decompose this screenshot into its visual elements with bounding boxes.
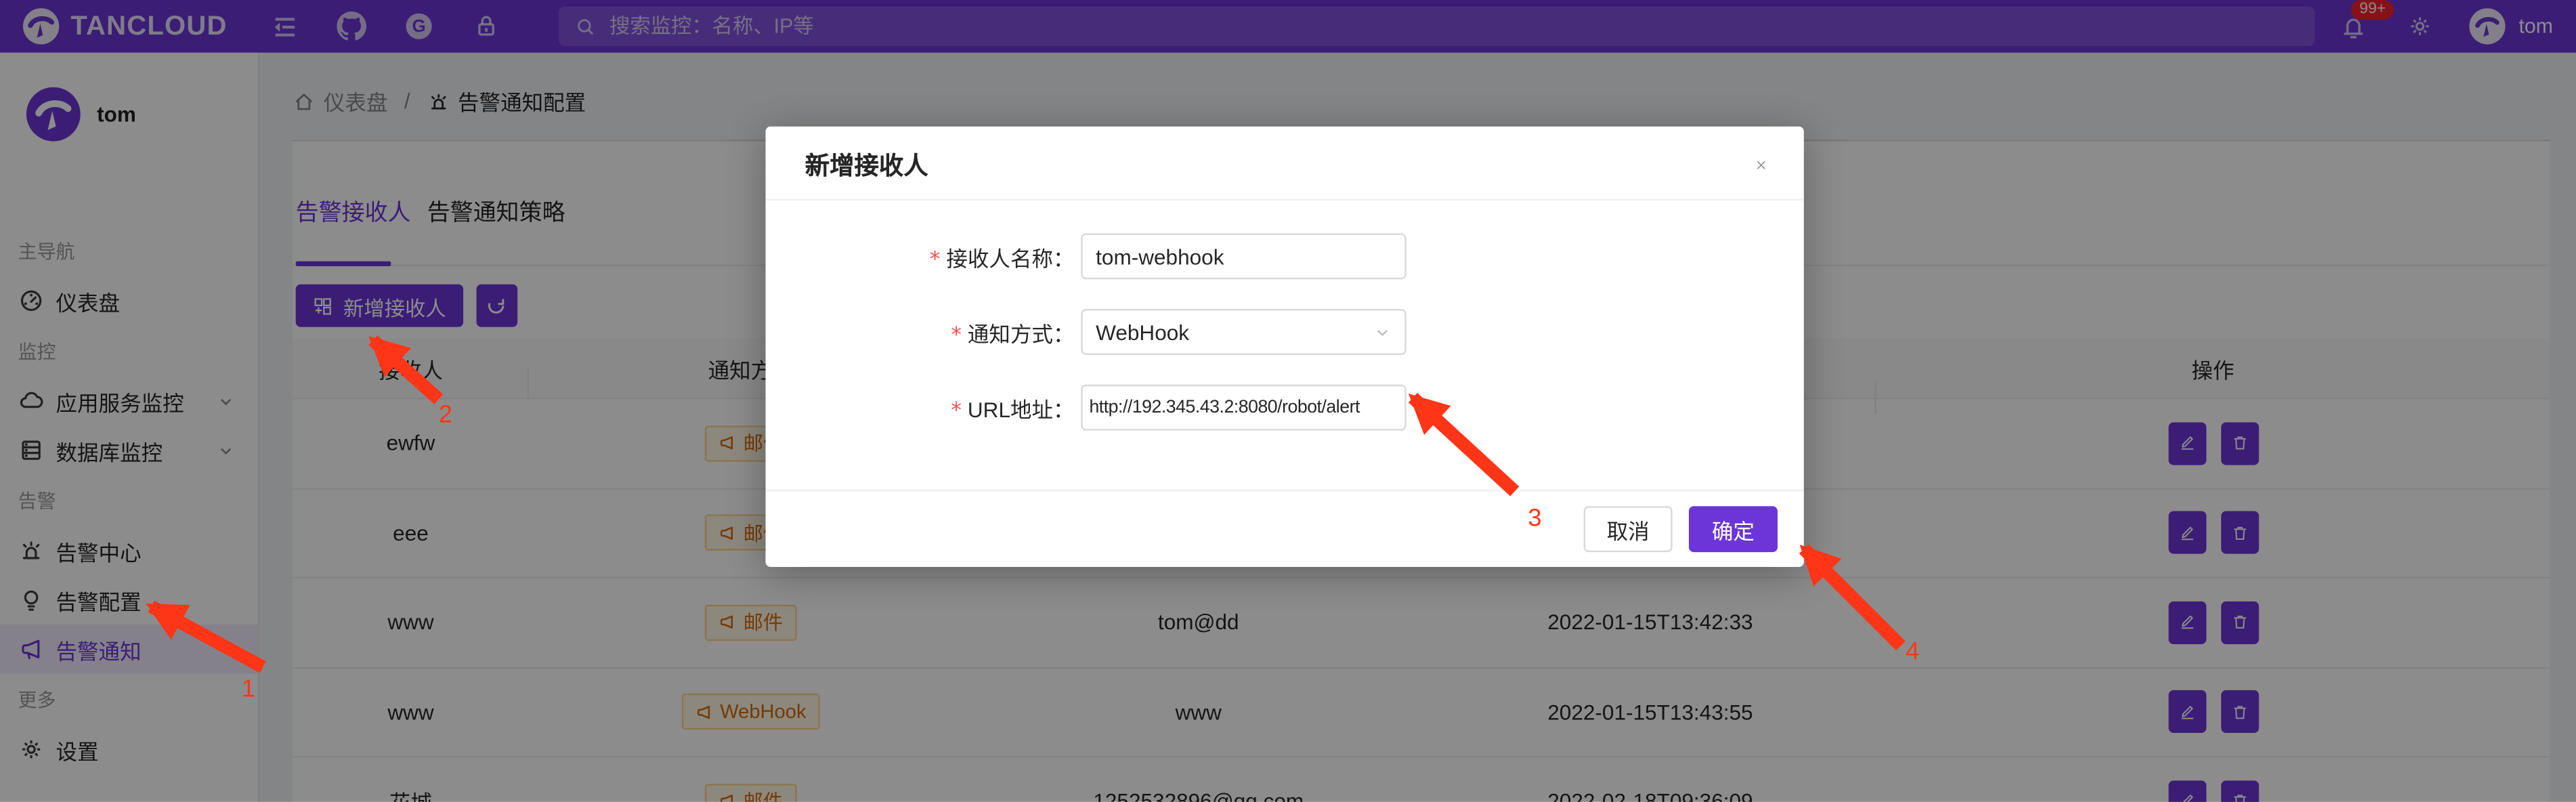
- field-label: *接收人名称：: [766, 240, 1075, 272]
- notify-method-select[interactable]: WebHook: [1081, 309, 1406, 355]
- modal-footer: 取消 确定: [766, 490, 1804, 567]
- required-marker: *: [950, 323, 963, 347]
- close-icon[interactable]: [1744, 148, 1778, 181]
- required-marker: *: [928, 247, 941, 272]
- select-chevron-down-icon: [1373, 323, 1392, 341]
- confirm-button[interactable]: 确定: [1689, 506, 1778, 552]
- field-label: *URL地址：: [766, 392, 1075, 423]
- receiver-name-input[interactable]: [1081, 233, 1406, 279]
- form-row-url: *URL地址：: [766, 385, 1804, 431]
- url-label: URL地址：: [968, 397, 1075, 421]
- receiver-name-label: 接收人名称：: [946, 246, 1074, 270]
- url-input[interactable]: [1081, 385, 1406, 431]
- app-window: TANCLOUD G 99+: [0, 0, 2576, 802]
- cancel-button[interactable]: 取消: [1584, 506, 1673, 552]
- add-receiver-modal: 新增接收人 *接收人名称： *通知方式： WebHook *URL地址：: [766, 127, 1804, 567]
- required-marker: *: [950, 398, 963, 423]
- notify-method-label: 通知方式：: [968, 321, 1075, 345]
- modal-header: 新增接收人: [766, 127, 1804, 200]
- form-row-receiver-name: *接收人名称：: [766, 233, 1804, 279]
- field-label: *通知方式：: [766, 316, 1075, 347]
- notify-method-value: WebHook: [1096, 320, 1189, 344]
- modal-body: *接收人名称： *通知方式： WebHook *URL地址：: [766, 200, 1804, 431]
- modal-title: 新增接收人: [805, 148, 928, 182]
- form-row-notify-method: *通知方式： WebHook: [766, 309, 1804, 355]
